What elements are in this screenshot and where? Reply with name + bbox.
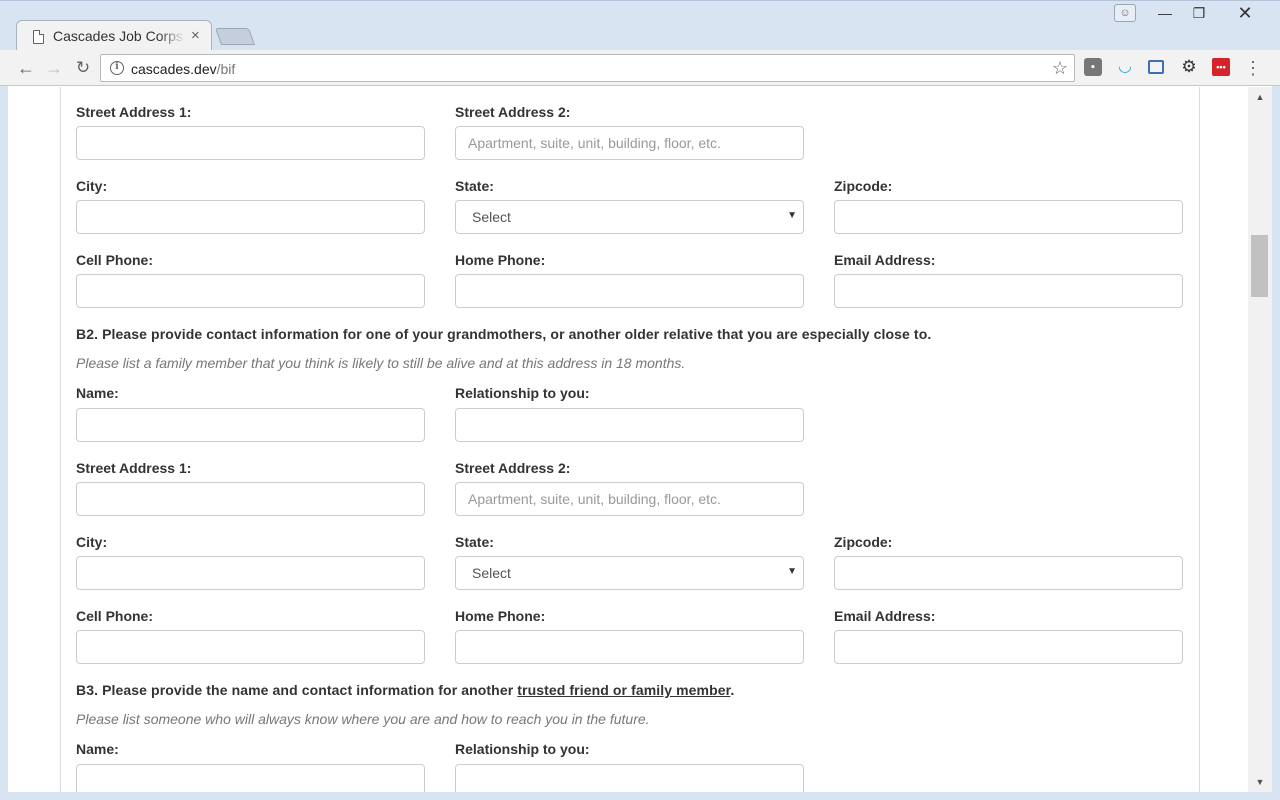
state-select[interactable]: Select ▼	[455, 200, 804, 234]
b2-city-label: City:	[76, 534, 108, 550]
document-icon	[33, 30, 44, 44]
window-border-bottom	[0, 792, 1280, 800]
cell-phone-label: Cell Phone:	[76, 252, 154, 268]
maximize-button[interactable]: ❐	[1186, 5, 1212, 21]
b2-home-phone-input[interactable]	[455, 630, 804, 664]
email-address-label: Email Address:	[834, 252, 936, 268]
question-b3-emphasis: trusted friend or family member	[517, 682, 731, 698]
browser-tab[interactable]: Cascades Job Corps ×	[16, 20, 212, 52]
street-address-2-label: Street Address 2:	[455, 104, 571, 120]
vertical-scrollbar[interactable]: ▲ ▼	[1248, 87, 1272, 792]
question-b3: B3. Please provide the name and contact …	[76, 682, 734, 698]
scroll-up-arrow-icon[interactable]: ▲	[1248, 87, 1272, 107]
tab-title: Cascades Job Corps	[53, 28, 183, 44]
b2-email-address-input[interactable]	[834, 630, 1183, 664]
site-info-icon[interactable]: i	[110, 61, 124, 75]
question-b2: B2. Please provide contact information f…	[76, 326, 932, 342]
forward-button[interactable]: →	[42, 56, 66, 80]
bookmark-star-icon[interactable]: ☆	[1052, 58, 1068, 78]
window-border-left	[0, 86, 8, 800]
screen-capture-extension-icon[interactable]	[1148, 60, 1164, 74]
b2-cell-phone-input[interactable]	[76, 630, 425, 664]
home-phone-input[interactable]	[455, 274, 804, 308]
city-input[interactable]	[76, 200, 425, 234]
wifi-extension-icon[interactable]: ◡	[1116, 58, 1134, 76]
b3-relationship-input[interactable]	[455, 764, 804, 792]
url-path: /bif	[216, 61, 236, 77]
ghostery-extension-icon[interactable]: ▪	[1084, 58, 1102, 76]
b2-street-address-2-label: Street Address 2:	[455, 460, 571, 476]
question-b3-hint: Please list someone who will always know…	[76, 711, 650, 727]
b2-email-address-label: Email Address:	[834, 608, 936, 624]
window-border-right	[1272, 86, 1280, 800]
b2-name-label: Name:	[76, 385, 119, 401]
b2-name-input[interactable]	[76, 408, 425, 442]
b2-street-address-1-input[interactable]	[76, 482, 425, 516]
state-label: State:	[455, 178, 494, 194]
email-address-input[interactable]	[834, 274, 1183, 308]
b3-name-label: Name:	[76, 741, 119, 757]
dropdown-caret-icon: ▼	[787, 210, 797, 221]
b2-state-select-value: Select	[472, 565, 511, 581]
home-phone-label: Home Phone:	[455, 252, 546, 268]
cell-phone-input[interactable]	[76, 274, 425, 308]
scrollbar-thumb[interactable]	[1251, 235, 1268, 297]
zipcode-label: Zipcode:	[834, 178, 893, 194]
reload-button[interactable]: ↻	[71, 56, 95, 80]
city-label: City:	[76, 178, 108, 194]
b2-cell-phone-label: Cell Phone:	[76, 608, 154, 624]
new-tab-button[interactable]	[214, 28, 256, 45]
url-text: cascades.dev/bif	[131, 61, 235, 77]
b2-zipcode-input[interactable]	[834, 556, 1183, 590]
state-select-value: Select	[472, 209, 511, 225]
b3-name-input[interactable]	[76, 764, 425, 792]
street-address-1-label: Street Address 1:	[76, 104, 192, 120]
question-b3-suffix: .	[730, 682, 735, 698]
url-host: cascades.dev	[131, 61, 217, 77]
street-address-2-input[interactable]	[455, 126, 804, 160]
b2-home-phone-label: Home Phone:	[455, 608, 546, 624]
browser-toolbar: ← → ↻ i cascades.dev/bif ☆ ▪ ◡ ⚙ ••• ⋮	[0, 50, 1280, 86]
b3-relationship-label: Relationship to you:	[455, 741, 590, 757]
b2-city-input[interactable]	[76, 556, 425, 590]
scroll-down-arrow-icon[interactable]: ▼	[1248, 772, 1272, 792]
street-address-1-input[interactable]	[76, 126, 425, 160]
minimize-button[interactable]: —	[1152, 5, 1178, 21]
b2-zipcode-label: Zipcode:	[834, 534, 893, 550]
b2-street-address-2-input[interactable]	[455, 482, 804, 516]
b2-relationship-label: Relationship to you:	[455, 385, 590, 401]
tab-close-icon[interactable]: ×	[191, 27, 200, 45]
close-window-button[interactable]: ✕	[1232, 4, 1258, 22]
zipcode-input[interactable]	[834, 200, 1183, 234]
b2-street-address-1-label: Street Address 1:	[76, 460, 192, 476]
page-viewport: Street Address 1: Street Address 2: City…	[8, 87, 1248, 792]
b2-state-select[interactable]: Select ▼	[455, 556, 804, 590]
question-b3-prefix: B3. Please provide the name and contact …	[76, 682, 518, 698]
back-button[interactable]: ←	[14, 56, 38, 80]
profile-icon[interactable]: ☺	[1114, 4, 1136, 22]
question-b2-hint: Please list a family member that you thi…	[76, 355, 686, 371]
settings-extension-icon[interactable]: ⚙	[1180, 58, 1198, 76]
dropdown-caret-icon: ▼	[787, 566, 797, 577]
browser-menu-icon[interactable]: ⋮	[1244, 56, 1262, 80]
b2-relationship-input[interactable]	[455, 408, 804, 442]
address-bar[interactable]: i cascades.dev/bif ☆	[100, 54, 1075, 82]
lastpass-extension-icon[interactable]: •••	[1212, 58, 1230, 76]
window-titlebar: Cascades Job Corps × ☺ — ❐ ✕	[0, 0, 1280, 52]
b2-state-label: State:	[455, 534, 494, 550]
